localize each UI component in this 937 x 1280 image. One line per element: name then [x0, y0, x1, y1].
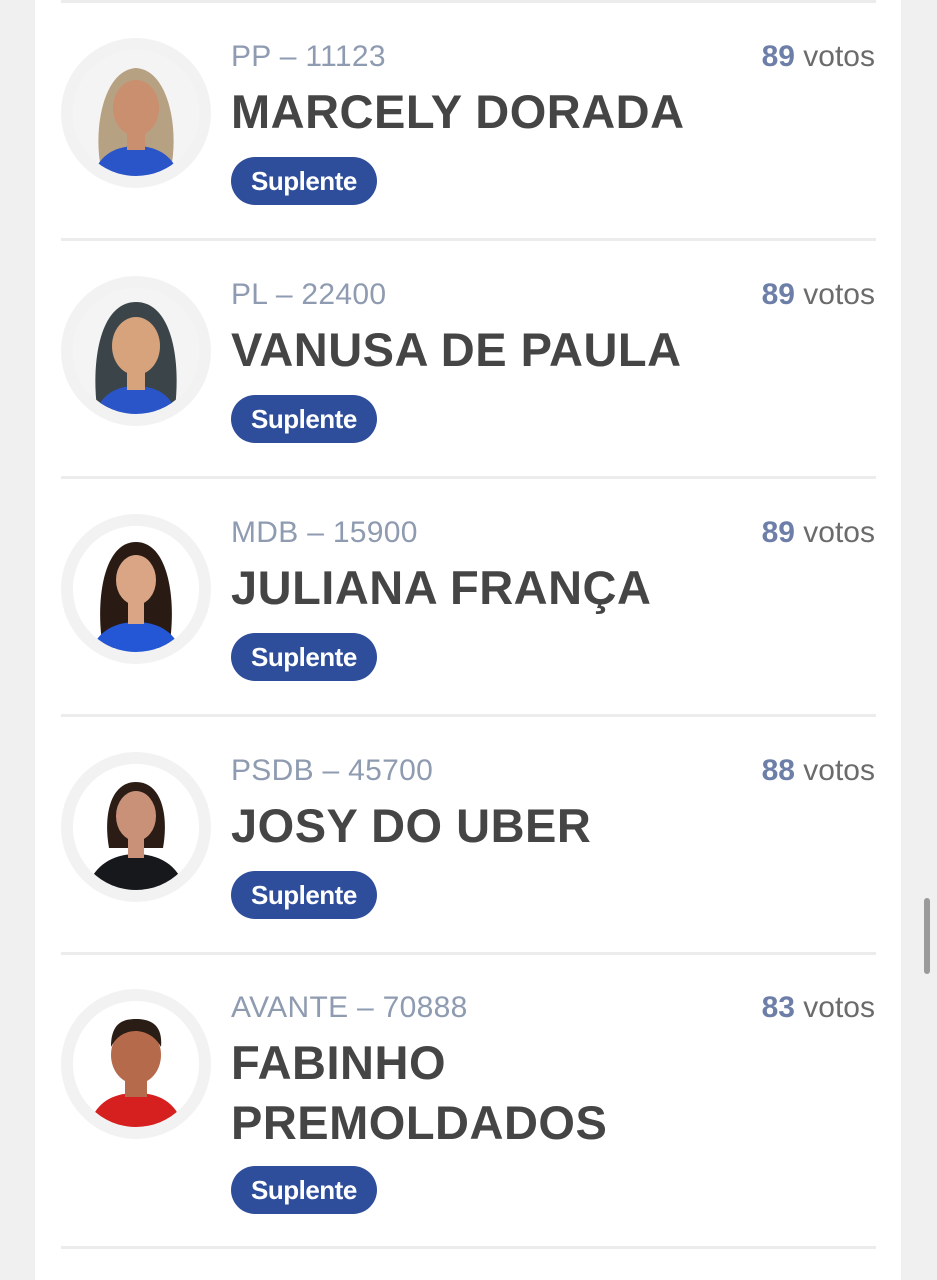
candidate-row[interactable]: PSDB – 45700 88 votos JOSY DO UBER Suple… [35, 714, 901, 952]
candidate-name: JULIANA FRANÇA [231, 561, 652, 614]
party-number: PSDB – 45700 [231, 754, 434, 787]
vote-count: 88 votos [761, 754, 875, 787]
face-shape [116, 791, 156, 841]
scrollbar-thumb[interactable] [924, 898, 930, 974]
candidate-photo [73, 526, 199, 652]
candidate-name: VANUSA DE PAULA [231, 323, 682, 376]
candidate-row[interactable]: PL – 22400 89 votos VANUSA DE PAULA Supl… [35, 238, 901, 476]
status-badge: Suplente [231, 157, 377, 205]
neck-shape [128, 602, 144, 624]
candidate-row[interactable]: AVANTE – 70888 83 votos FABINHO PREMOLDA… [35, 951, 901, 1247]
candidate-photo [73, 1001, 199, 1127]
divider [61, 1246, 876, 1249]
candidate-photo [73, 764, 199, 890]
party-number: AVANTE – 70888 [231, 991, 468, 1024]
face-shape [116, 555, 156, 605]
face-shape [113, 80, 159, 136]
candidate-list-card: PP – 11123 89 votos MARCELY DORADA Suple… [35, 0, 901, 1280]
status-badge: Suplente [231, 871, 377, 919]
party-number: PP – 11123 [231, 40, 386, 73]
candidate-name: MARCELY DORADA [231, 85, 685, 138]
candidate-photo [73, 50, 199, 176]
candidate-row[interactable]: PP – 11123 89 votos MARCELY DORADA Suple… [35, 0, 901, 240]
candidate-row[interactable]: MDB – 15900 89 votos JULIANA FRANÇA Supl… [35, 476, 901, 714]
vote-count: 89 votos [761, 40, 875, 73]
face-shape [112, 317, 160, 375]
status-badge: Suplente [231, 395, 377, 443]
candidate-name: JOSY DO UBER [231, 799, 592, 852]
candidate-photo [73, 288, 199, 414]
status-badge: Suplente [231, 633, 377, 681]
vote-count: 89 votos [761, 516, 875, 549]
status-badge: Suplente [231, 1166, 377, 1214]
vote-count: 83 votos [761, 991, 875, 1024]
vote-count: 89 votos [761, 278, 875, 311]
party-number: PL – 22400 [231, 278, 387, 311]
party-number: MDB – 15900 [231, 516, 418, 549]
candidate-name: FABINHO PREMOLDADOS [231, 1036, 608, 1149]
